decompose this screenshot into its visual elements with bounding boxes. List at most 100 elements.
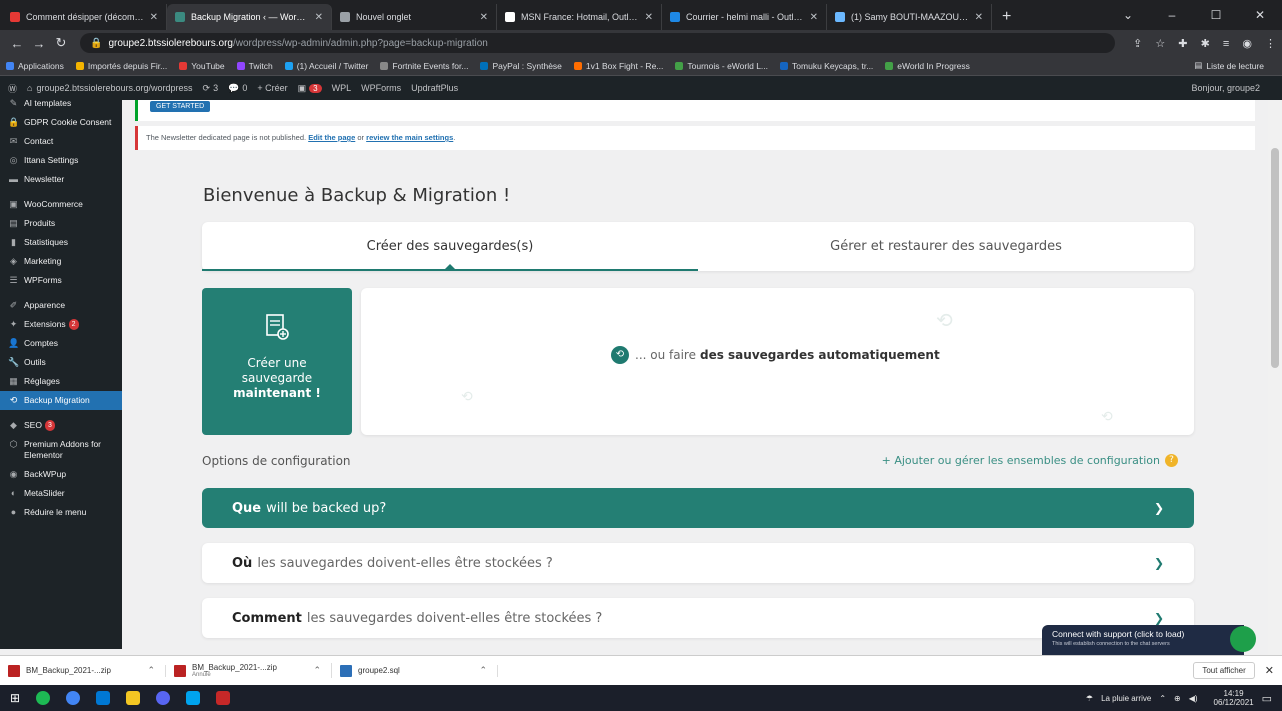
sidebar-item[interactable]: ◉ BackWPup [0, 465, 122, 484]
sidebar-item[interactable]: 🔒 GDPR Cookie Consent [0, 113, 122, 132]
scrollbar-thumb[interactable] [1271, 148, 1279, 368]
sidebar-item[interactable]: ▤ Produits [0, 214, 122, 233]
sidebar-item[interactable]: ☰ WPForms [0, 271, 122, 290]
manage-config-link[interactable]: + Ajouter ou gérer les ensembles de conf… [882, 454, 1178, 467]
close-tab-icon[interactable]: ✕ [975, 12, 983, 23]
sidebar-item[interactable]: ✐ Apparence [0, 296, 122, 315]
close-tab-icon[interactable]: ✕ [645, 12, 653, 23]
share-icon[interactable]: ⇪ [1133, 38, 1142, 50]
support-chat-button[interactable]: Connect with support (click to load) Thi… [1042, 625, 1244, 655]
close-tab-icon[interactable]: ✕ [150, 12, 158, 23]
chevron-up-icon[interactable]: ⌃ [313, 665, 321, 676]
profile-icon[interactable]: ◉ [1242, 38, 1252, 50]
sidebar-item[interactable]: ◎ Ittana Settings [0, 151, 122, 170]
sidebar-item[interactable]: ✦ Extensions 2 [0, 315, 122, 334]
bookmark-item[interactable]: Fortnite Events for... [380, 61, 468, 71]
admin-site-link[interactable]: ⌂ groupe2.btssiolerebours.org/wordpress [27, 83, 193, 93]
reload-icon[interactable]: ↻ [50, 35, 72, 51]
sidebar-item[interactable]: ⬡ Premium Addons for Elementor [0, 435, 122, 465]
file-explorer-icon[interactable] [126, 691, 141, 705]
bookmark-item[interactable]: Applications [6, 61, 64, 71]
close-tab-icon[interactable]: ✕ [810, 12, 818, 23]
chevron-up-icon[interactable]: ⌃ [479, 665, 487, 676]
store-icon[interactable] [186, 691, 201, 705]
extension-icon[interactable]: ✚ [1178, 38, 1187, 50]
get-started-button[interactable]: GET STARTED [150, 101, 211, 112]
bookmark-item[interactable]: Tomuku Keycaps, tr... [780, 61, 873, 71]
download-item[interactable]: BM_Backup_2021-...zip ⌃ [8, 664, 166, 677]
download-item[interactable]: groupe2.sql ⌃ [340, 664, 498, 677]
review-settings-link[interactable]: review the main settings [366, 133, 453, 142]
edge-icon[interactable] [96, 691, 111, 705]
sidebar-item[interactable]: ▦ Réglages [0, 372, 122, 391]
forward-icon[interactable]: → [28, 36, 50, 51]
menu-icon[interactable]: ⋮ [1265, 38, 1276, 50]
create-backup-now-button[interactable]: Créer une sauvegarde maintenant ! [202, 288, 352, 435]
filezilla-icon[interactable] [216, 691, 231, 705]
browser-tab[interactable]: Courrier - helmi malli - Outlook ✕ [662, 4, 827, 30]
new-tab-button[interactable]: + [992, 4, 1021, 30]
bookmark-item[interactable]: YouTube [179, 61, 225, 71]
seo-link[interactable]: ▣ 3 [298, 83, 322, 94]
auto-link[interactable]: des sauvegardes automatiquement [700, 348, 940, 362]
weather-text[interactable]: La pluie arrive [1101, 694, 1151, 703]
browser-tab[interactable]: (1) Samy BOUTI-MAAZOUZ | Micro ✕ [827, 4, 992, 30]
chat-bubble-icon[interactable] [1230, 626, 1256, 652]
greeting[interactable]: Bonjour, groupe2 [1191, 83, 1260, 93]
sidebar-item[interactable]: ✎ AI templates [0, 94, 122, 113]
chrome-icon[interactable] [66, 691, 81, 705]
adminbar-updraftplus[interactable]: UpdraftPlus [411, 83, 458, 93]
page-scrollbar[interactable] [1268, 100, 1282, 655]
help-icon[interactable]: ? [1165, 454, 1178, 467]
network-icon[interactable]: ⊕ [1174, 694, 1181, 703]
bookmark-item[interactable]: (1) Accueil / Twitter [284, 61, 368, 71]
bookmark-item[interactable]: 1v1 Box Fight - Re... [573, 61, 663, 71]
reading-list-button[interactable]: ▤ Liste de lecture [1194, 60, 1264, 71]
chevron-up-icon[interactable]: ⌃ [147, 665, 155, 676]
browser-tab[interactable]: MSN France: Hotmail, Outlook, Skype ✕ [497, 4, 662, 30]
sidebar-item[interactable]: ▬ Newsletter [0, 170, 122, 189]
adminbar-wpforms[interactable]: WPForms [361, 83, 401, 93]
edit-page-link[interactable]: Edit the page [308, 133, 355, 142]
browser-tab[interactable]: Backup Migration ‹ — WordPress ✕ [167, 4, 332, 30]
adminbar-wpl[interactable]: WPL [332, 83, 352, 93]
spotify-icon[interactable] [36, 691, 51, 705]
sidebar-item[interactable]: ◆ SEO 3 [0, 416, 122, 435]
close-downloads-icon[interactable]: ✕ [1265, 664, 1274, 677]
notifications-icon[interactable]: ▭ [1262, 692, 1272, 705]
bookmark-item[interactable]: eWorld In Progress [885, 61, 970, 71]
bookmark-item[interactable]: Importés depuis Fir... [75, 61, 167, 71]
tab-search-icon[interactable]: ⌄ [1106, 0, 1150, 30]
accordion-what[interactable]: Que will be backed up? ❯ [202, 488, 1194, 528]
sidebar-item[interactable]: ⟲ Backup Migration [0, 391, 122, 410]
sidebar-item[interactable]: ✉ Contact [0, 132, 122, 151]
bookmark-item[interactable]: Tournois - eWorld L... [675, 61, 768, 71]
close-window-icon[interactable]: ✕ [1238, 0, 1282, 30]
browser-tab[interactable]: Nouvel onglet ✕ [332, 4, 497, 30]
browser-tab[interactable]: Comment désipper (décompres ✕ [2, 4, 167, 30]
new-content-link[interactable]: + Créer [257, 83, 287, 93]
sidebar-item[interactable]: 🔧 Outils [0, 353, 122, 372]
puzzle-icon[interactable]: ✱ [1201, 38, 1210, 50]
sidebar-item[interactable]: ● Réduire le menu [0, 503, 122, 522]
wordpress-logo-icon[interactable]: Ⓦ [8, 82, 17, 95]
sidebar-item[interactable]: ◐ MetaSlider [0, 484, 122, 503]
close-tab-icon[interactable]: ✕ [315, 12, 323, 23]
minimize-icon[interactable]: – [1150, 0, 1194, 30]
download-item[interactable]: BM_Backup_2021-...zip Annulé ⌃ [174, 663, 332, 678]
accordion-where[interactable]: Où les sauvegardes doivent-elles être st… [202, 543, 1194, 583]
sidebar-item[interactable]: ▣ WooCommerce [0, 195, 122, 214]
clock[interactable]: 14:19 06/12/2021 [1206, 689, 1254, 707]
star-icon[interactable]: ☆ [1155, 38, 1165, 50]
back-icon[interactable]: ← [6, 36, 28, 51]
bookmark-item[interactable]: PayPal : Synthèse [480, 61, 562, 71]
reading-list-icon[interactable]: ≡ [1223, 38, 1229, 50]
bookmark-item[interactable]: Twitch [236, 61, 273, 71]
tab-create-backups[interactable]: Créer des sauvegardes(s) [202, 222, 698, 271]
sidebar-item[interactable]: 👤 Comptes [0, 334, 122, 353]
sidebar-item[interactable]: ◈ Marketing [0, 252, 122, 271]
volume-icon[interactable]: ◀) [1189, 694, 1198, 703]
discord-icon[interactable] [156, 691, 171, 705]
address-bar[interactable]: 🔒 groupe2.btssiolerebours.org /wordpress… [80, 33, 1116, 53]
comments-link[interactable]: 💬 0 [228, 83, 247, 94]
